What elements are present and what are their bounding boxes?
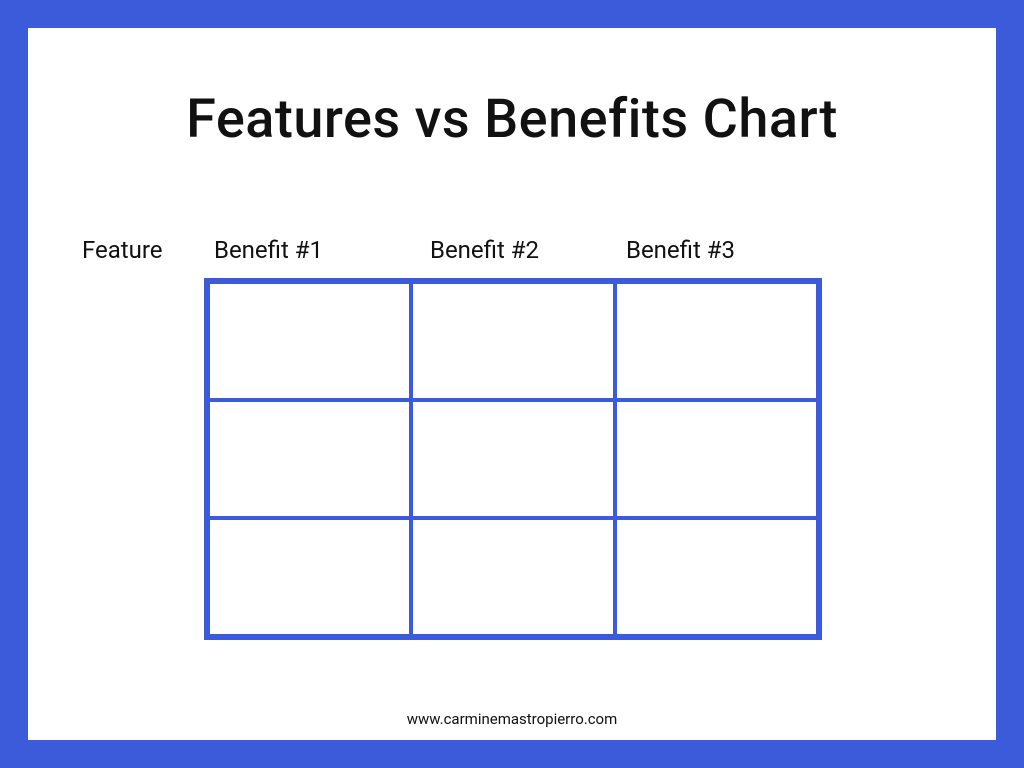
grid-cell [615,282,818,400]
grid-cell [208,518,411,636]
page-title: Features vs Benefits Chart [28,88,996,151]
label-feature: Feature [82,236,163,264]
grid-cell [411,518,614,636]
label-benefit-1: Benefit #1 [214,236,323,264]
label-benefit-2: Benefit #2 [430,236,539,264]
grid-cell [208,400,411,518]
grid-cell [615,400,818,518]
grid-cell [615,518,818,636]
inner-panel: Features vs Benefits Chart Feature Benef… [28,28,996,740]
grid-cell [411,282,614,400]
outer-frame: Features vs Benefits Chart Feature Benef… [0,0,1024,768]
grid-cell [411,400,614,518]
footer-url: www.carminemastropierro.com [28,710,996,728]
features-benefits-grid [204,278,822,640]
label-benefit-3: Benefit #3 [626,236,735,264]
grid-cell [208,282,411,400]
